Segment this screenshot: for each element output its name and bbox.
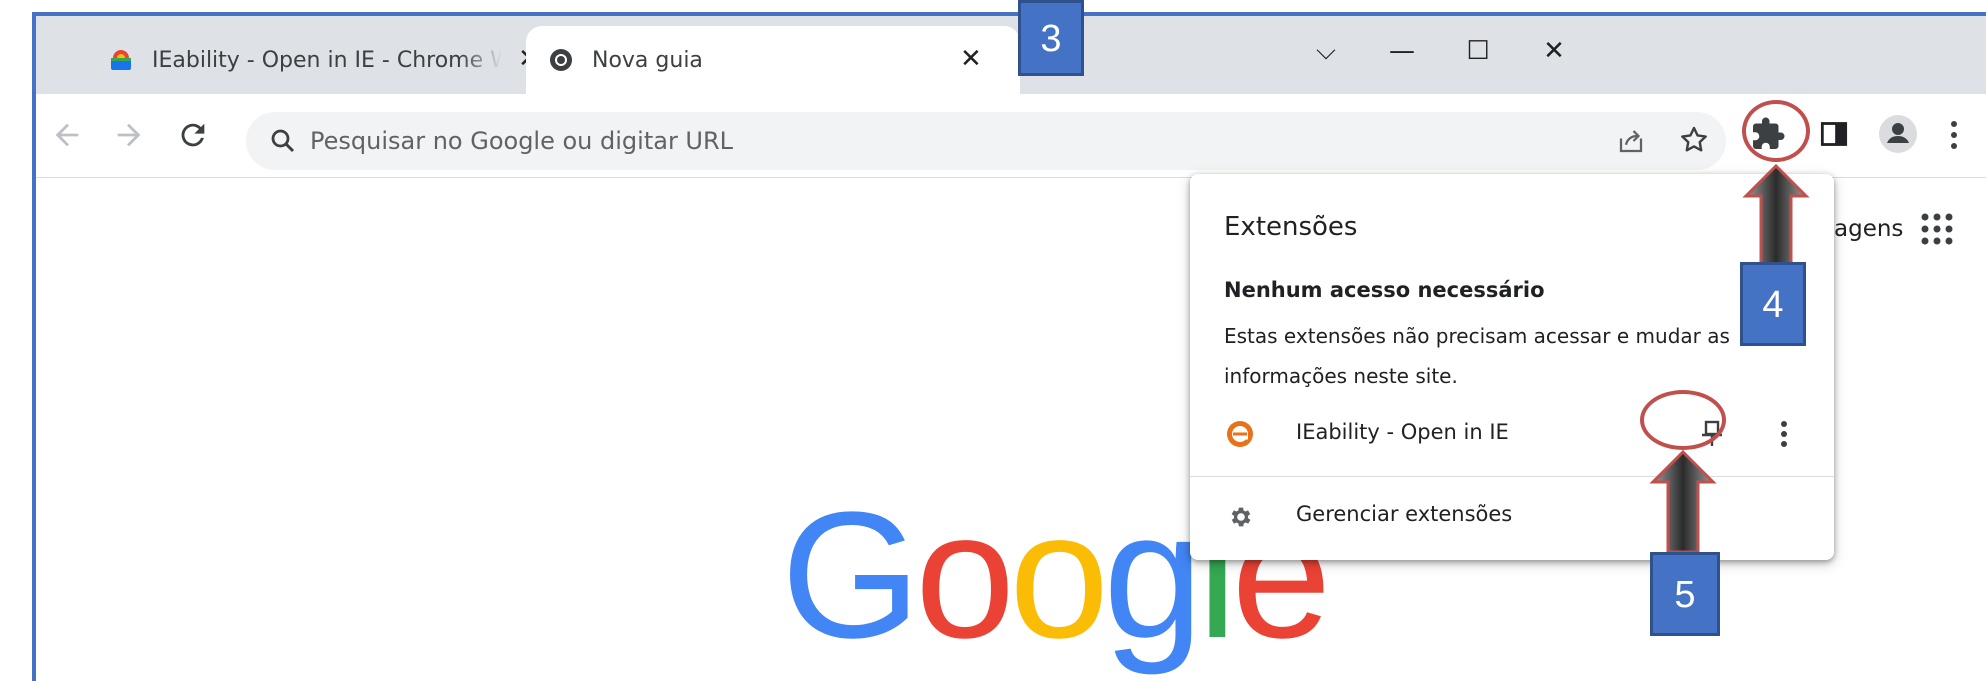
callout-step-5: 5 — [1650, 552, 1720, 636]
arrow-to-pin — [1649, 449, 1717, 554]
arrow-to-extensions — [1742, 163, 1810, 266]
callout-step-4: 4 — [1740, 262, 1806, 346]
